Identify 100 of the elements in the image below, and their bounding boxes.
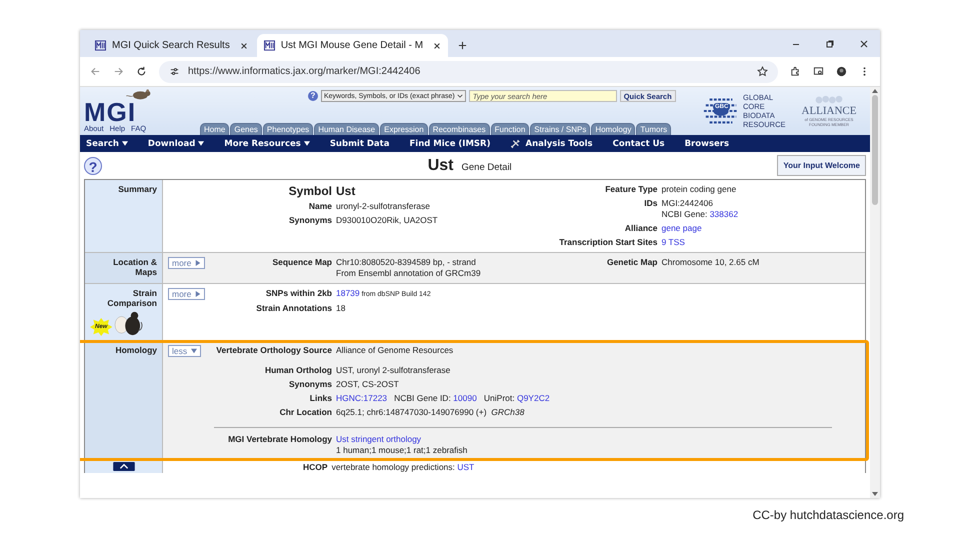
field-value: protein coding gene (662, 184, 738, 195)
link[interactable]: UST (457, 462, 474, 472)
triangle-icon (195, 260, 202, 266)
address-bar[interactable]: https://www.informatics.jax.org/marker/MGI:2442406 (159, 60, 778, 82)
field-value: 6q25.1; chr6:148747030-149076990 (+) GRCh38 (336, 407, 526, 418)
field-label: Feature Type (604, 184, 658, 194)
link[interactable]: gene page (662, 223, 702, 233)
back-icon[interactable] (90, 66, 101, 77)
nav-item[interactable]: Submit Data (330, 138, 390, 148)
header-tab[interactable]: Expression (380, 123, 428, 135)
field-label: Chr Location (278, 407, 332, 417)
header-tab[interactable]: Tumors (636, 123, 672, 135)
nav-item[interactable]: Search (86, 138, 128, 148)
field-label: Genetic Map (606, 257, 658, 267)
field-label: Synonyms (288, 215, 332, 225)
header-tab[interactable]: Recombinases (428, 123, 490, 135)
field-value: 18 (336, 303, 346, 314)
nav-item[interactable]: Browsers (684, 138, 730, 148)
field-label: Vertebrate Orthology Source (215, 345, 332, 355)
field-value: Alliance of Genome Resources (336, 345, 454, 356)
extensions-icon[interactable] (790, 66, 801, 77)
link[interactable]: Ust stringent orthology (336, 434, 422, 444)
link[interactable]: Q9Y2C2 (516, 393, 550, 403)
link[interactable]: 10090 (453, 393, 477, 403)
field-value: NCBI Gene: 338362 (662, 209, 738, 220)
link[interactable]: 338362 (710, 209, 738, 219)
section-label: Strain Comparison (106, 288, 157, 308)
field-label: Human Ortholog (264, 365, 332, 375)
field-value: uronyl-2-sulfotransferase (336, 201, 432, 212)
field-value: vertebrate homology predictions: UST (332, 462, 474, 473)
header-tab[interactable]: Homology (591, 123, 636, 135)
browser-tab[interactable]: Ust MGI Mouse Gene Detail - M (256, 34, 448, 57)
field-label: Symbol (288, 184, 332, 198)
avatar-icon[interactable] (836, 66, 847, 77)
header-tab[interactable]: Function (490, 123, 530, 135)
help-button[interactable]: ? (84, 156, 102, 174)
field-label: SNPs within 2kb (264, 288, 332, 298)
field-label: Name (308, 201, 332, 211)
field-value: HGNC:17223 NCBI Gene ID: 10090 UniProt: Q9Y2C2 (336, 393, 550, 404)
logo-text[interactable]: MGI (84, 100, 136, 124)
caret-icon (122, 141, 128, 146)
forward-icon[interactable] (113, 66, 124, 77)
field-label: MGI Vertebrate Homology (227, 434, 332, 444)
header-tab[interactable]: Home (200, 123, 230, 135)
scroll-to-top-icon[interactable] (112, 462, 136, 471)
field-value: Chromosome 10, 2.65 cM (662, 257, 760, 268)
gene-symbol-title: Ust (428, 156, 454, 174)
field-label: Strain Annotations (255, 303, 332, 313)
reload-icon[interactable] (136, 66, 147, 77)
link[interactable]: HGNC:17223 (336, 393, 388, 403)
alliance-logo-text[interactable]: ALLIANCE (802, 105, 856, 117)
feedback-button[interactable]: Your Input Welcome (777, 155, 866, 176)
mgi-favicon-icon (95, 40, 106, 51)
field-value: Chr10:8080520-8394589 bp, - strand (336, 257, 477, 268)
tools-icon (510, 138, 520, 148)
new-tab-icon[interactable] (458, 41, 468, 50)
toggle-button[interactable]: less (168, 345, 202, 357)
field-value: Ust (336, 186, 356, 197)
header-tab[interactable]: Genes (230, 123, 262, 135)
field-value: 2OST, CS-2OST (336, 379, 400, 390)
field-value: From Ensembl annotation of GRCm39 (336, 268, 481, 279)
nav-item[interactable]: Analysis Tools (510, 138, 593, 148)
link[interactable]: 9 TSS (662, 237, 685, 247)
field-label: Alliance (624, 223, 658, 233)
nav-item[interactable]: More Resources (224, 138, 310, 148)
close-icon[interactable] (859, 39, 869, 49)
caret-icon (456, 93, 463, 99)
scroll-down-icon[interactable] (871, 490, 879, 498)
browser-tab[interactable]: MGI Quick Search Results (88, 34, 255, 57)
nav-item[interactable]: Contact Us (612, 138, 665, 148)
mice-drawing (112, 310, 144, 336)
field-value: 1 human;1 mouse;1 rat;1 zebrafish (336, 445, 468, 456)
caret-icon (304, 141, 310, 146)
field-label: Links (308, 393, 332, 403)
nav-item[interactable]: Download (148, 138, 204, 148)
triangle-icon (191, 348, 198, 354)
link[interactable]: 18739 (336, 288, 360, 298)
field-label: Sequence Map (271, 257, 332, 267)
toggle-button[interactable]: more (168, 257, 206, 269)
help-button[interactable]: ? (308, 91, 318, 101)
field-value: MGI:2442406 (662, 198, 714, 209)
star-icon[interactable] (757, 66, 768, 77)
header-tab[interactable]: Human Disease (314, 123, 380, 135)
section-label: Summary (118, 184, 157, 194)
field-value: UST, uronyl 2-sulfotransferase (336, 365, 452, 376)
url-field[interactable]: https://www.informatics.jax.org/marker/MGI:2442406 (188, 66, 749, 77)
nav-item[interactable]: Find Mice (IMSR) (409, 138, 490, 148)
page-subtitle: Gene Detail (462, 162, 512, 172)
field-label: HCOP (303, 462, 328, 472)
site-settings-icon[interactable] (169, 66, 180, 77)
header-tab[interactable]: Strains / SNPs (530, 123, 590, 135)
caret-icon (198, 141, 204, 146)
restore-icon[interactable] (825, 39, 835, 49)
field-label: IDs (643, 198, 658, 208)
section-label: Homology (115, 345, 157, 355)
header-tab[interactable]: Phenotypes (262, 123, 314, 135)
media-icon[interactable] (813, 66, 824, 77)
toggle-button[interactable]: more (168, 288, 206, 300)
scrollbar[interactable] (870, 87, 880, 498)
section-label: Location & Maps (112, 257, 157, 277)
